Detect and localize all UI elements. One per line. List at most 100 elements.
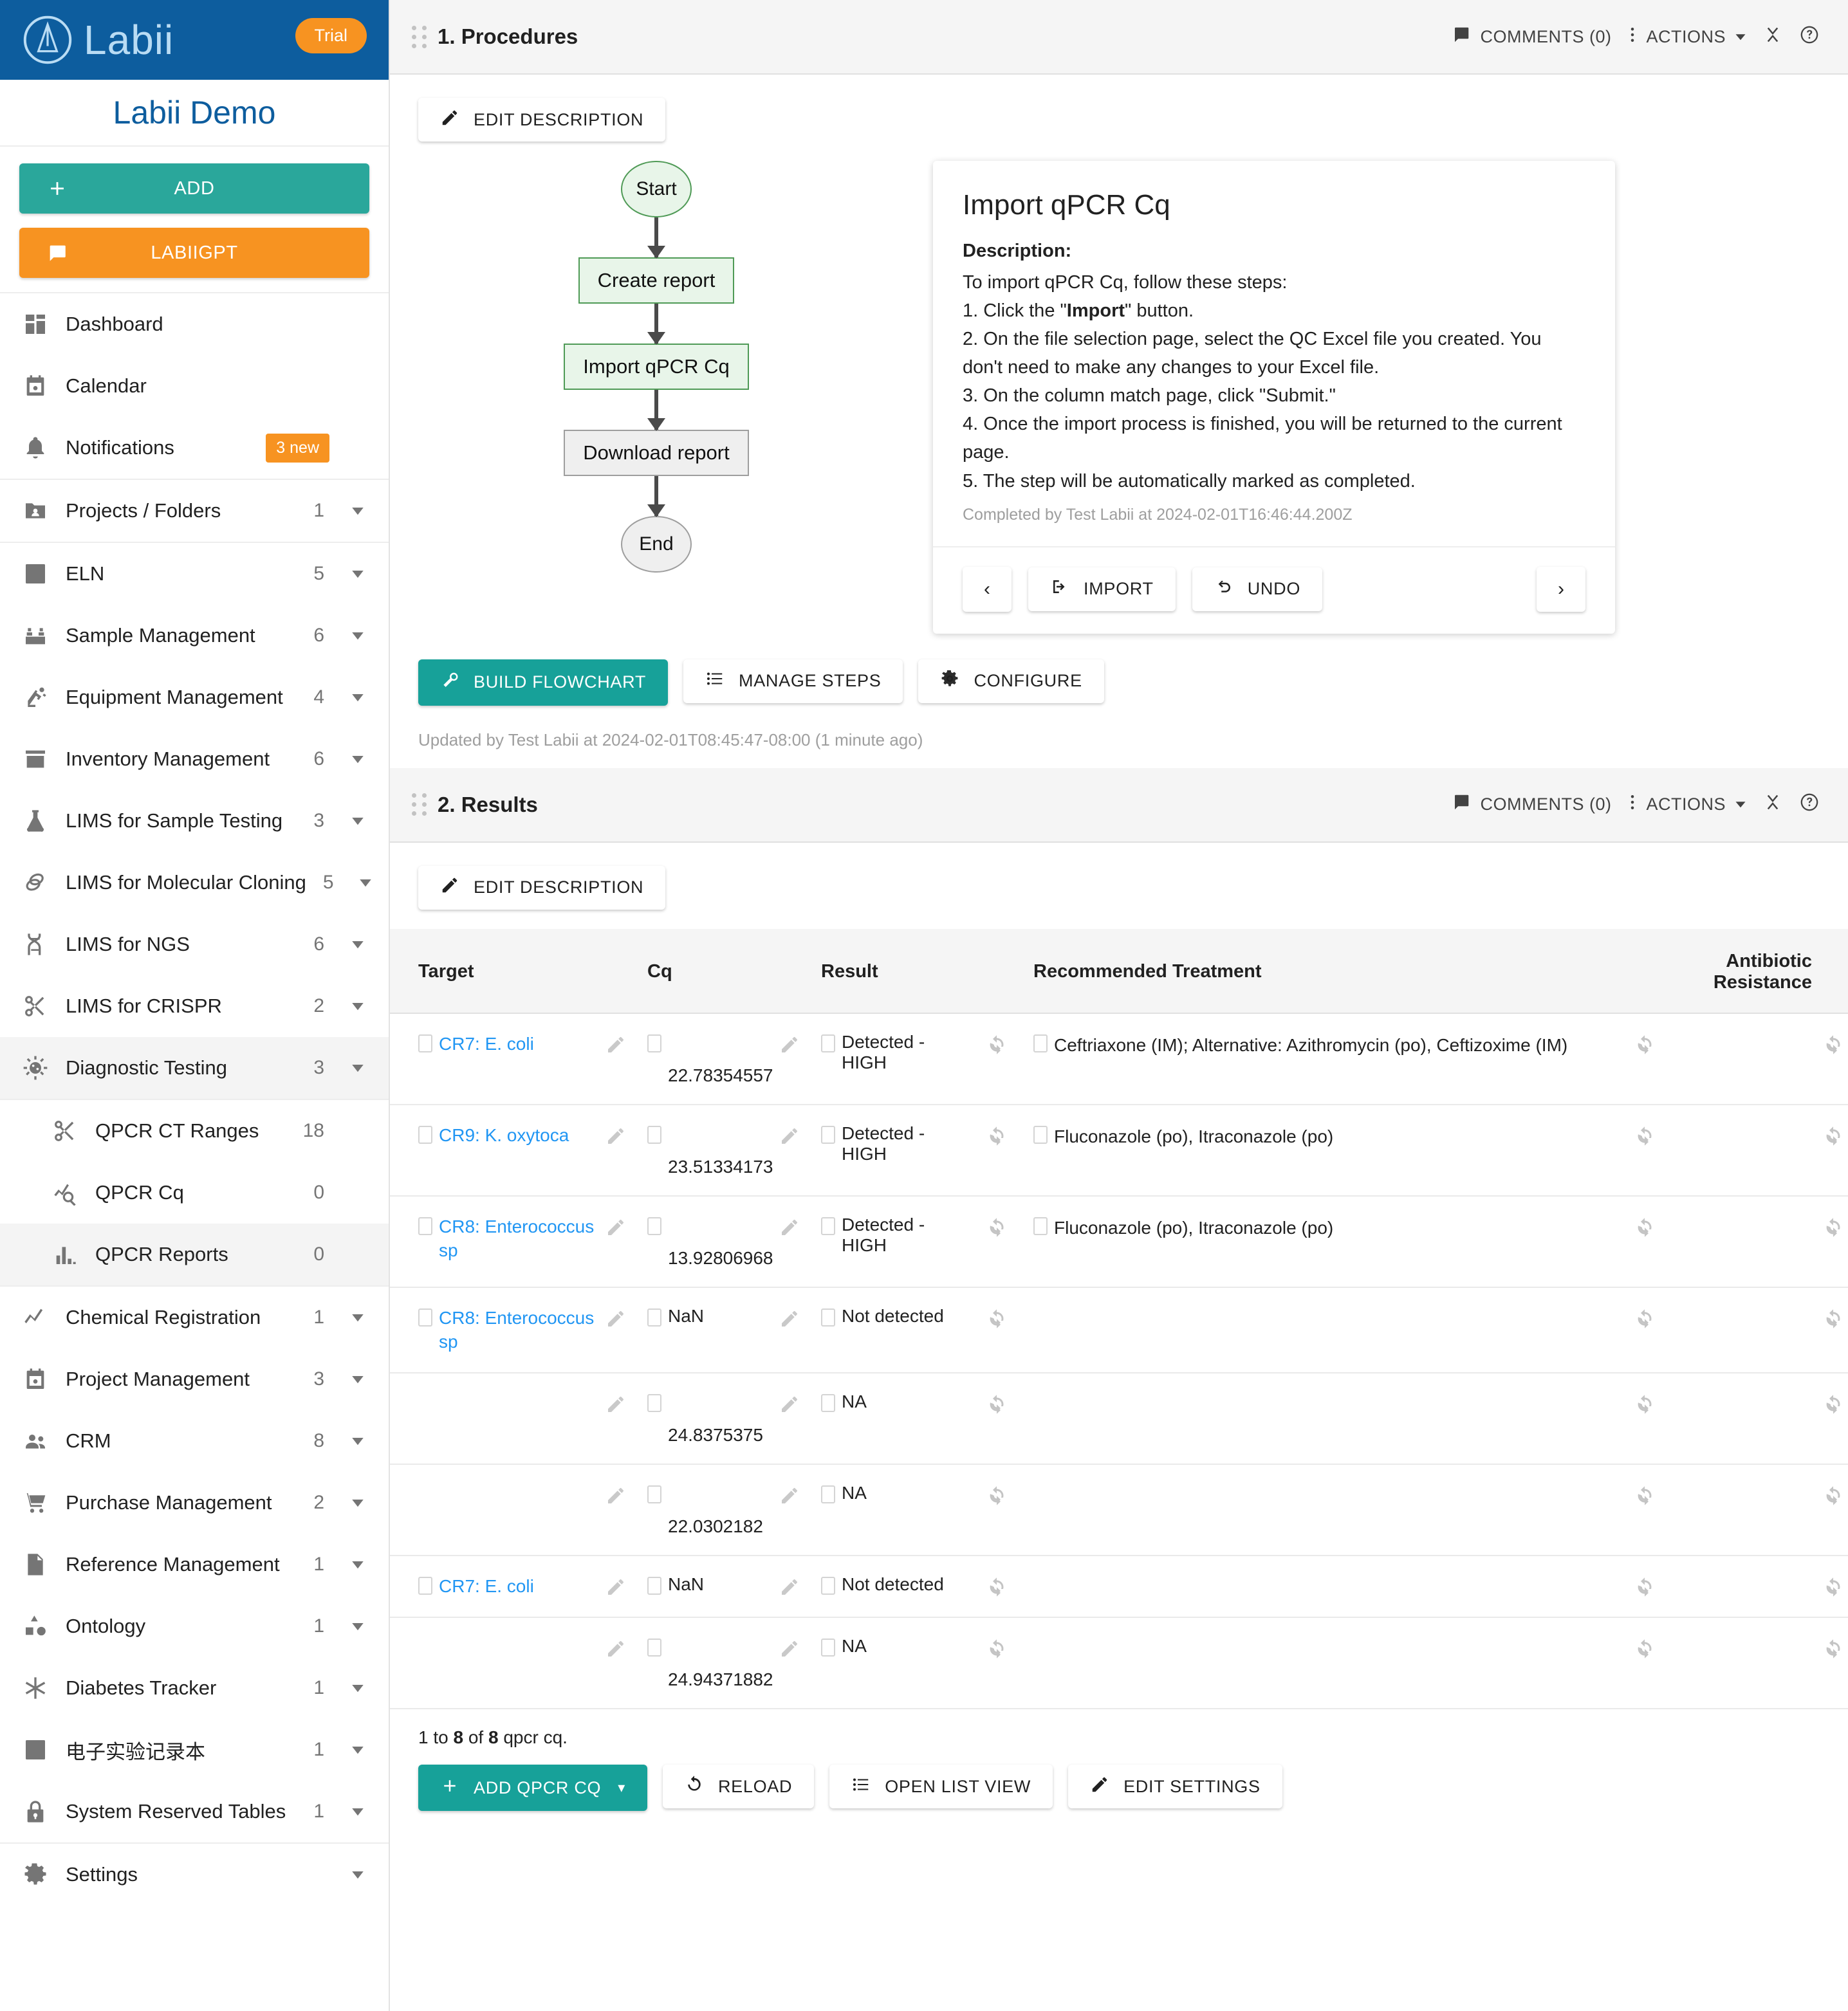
flow-node-end[interactable]: End — [621, 516, 692, 573]
sidebar-item-project-management[interactable]: Project Management 3 — [0, 1348, 389, 1410]
cq-checkbox[interactable] — [647, 1125, 661, 1144]
pencil-icon[interactable] — [602, 1636, 629, 1659]
pencil-icon[interactable] — [776, 1215, 803, 1238]
flow-node-download-report[interactable]: Download report — [564, 430, 749, 476]
manage-steps-button[interactable]: MANAGE STEPS — [683, 659, 903, 703]
row-checkbox[interactable] — [418, 1577, 432, 1595]
drag-handle-icon[interactable] — [408, 793, 430, 816]
chevron-down-icon[interactable] — [346, 996, 369, 1016]
add-button[interactable]: ADD — [19, 163, 369, 214]
cq-checkbox[interactable] — [647, 1577, 661, 1595]
chevron-down-icon[interactable] — [346, 935, 369, 954]
trial-badge[interactable]: Trial — [295, 18, 367, 53]
row-checkbox[interactable] — [418, 1217, 432, 1235]
pencil-icon[interactable] — [776, 1032, 803, 1055]
results-actions-button[interactable]: ACTIONS — [1628, 793, 1746, 816]
col-recommended-treatment[interactable]: Recommended Treatment — [1033, 928, 1630, 1014]
row-checkbox[interactable] — [418, 1034, 432, 1052]
pencil-icon[interactable] — [776, 1636, 803, 1659]
sidebar-item-sample-management[interactable]: Sample Management 6 — [0, 605, 389, 666]
previous-step-button[interactable]: ‹ — [963, 566, 1012, 612]
row-checkbox[interactable] — [418, 1125, 432, 1144]
sidebar-item-calendar[interactable]: Calendar — [0, 355, 389, 417]
refresh-icon[interactable] — [1630, 1391, 1659, 1416]
refresh-icon[interactable] — [1818, 1483, 1848, 1507]
treatment-checkbox[interactable] — [1033, 1034, 1048, 1052]
sidebar-item-电子实验记录本[interactable]: 电子实验记录本 1 — [0, 1719, 389, 1781]
sidebar-item-lims-for-ngs[interactable]: LIMS for NGS 6 — [0, 914, 389, 975]
chevron-down-icon[interactable] — [346, 749, 369, 769]
sidebar-item-settings[interactable]: Settings — [0, 1844, 389, 1905]
result-checkbox[interactable] — [821, 1485, 835, 1504]
flow-node-import-qpcr-cq[interactable]: Import qPCR Cq — [564, 344, 749, 390]
target-link[interactable]: CR8: Enterococcus sp — [439, 1306, 602, 1355]
refresh-icon[interactable] — [1818, 1032, 1848, 1056]
chevron-down-icon[interactable] — [346, 1493, 369, 1512]
refresh-icon[interactable] — [1630, 1215, 1659, 1239]
flow-node-create-report[interactable]: Create report — [578, 257, 735, 304]
add-qpcr-cq-button[interactable]: ADD QPCR CQ ▾ — [418, 1765, 647, 1812]
sidebar-item-equipment-management[interactable]: Equipment Management 4 — [0, 666, 389, 728]
sidebar-item-purchase-management[interactable]: Purchase Management 2 — [0, 1472, 389, 1534]
import-button[interactable]: IMPORT — [1028, 567, 1176, 611]
row-checkbox[interactable] — [418, 1308, 432, 1327]
cq-checkbox[interactable] — [647, 1639, 661, 1657]
chevron-down-icon[interactable] — [356, 873, 375, 892]
configure-button[interactable]: CONFIGURE — [918, 659, 1104, 703]
target-link[interactable]: CR7: E. coli — [439, 1032, 534, 1056]
pencil-icon[interactable] — [776, 1306, 803, 1329]
result-checkbox[interactable] — [821, 1217, 835, 1235]
refresh-icon[interactable] — [1818, 1636, 1848, 1660]
sidebar-item-lims-for-crispr[interactable]: LIMS for CRISPR 2 — [0, 975, 389, 1037]
pencil-icon[interactable] — [602, 1215, 629, 1238]
chevron-down-icon[interactable] — [346, 1865, 369, 1884]
sidebar-item-qpcr-ct-ranges[interactable]: QPCR CT Ranges 18 — [0, 1100, 389, 1162]
refresh-icon[interactable] — [1818, 1391, 1848, 1416]
undo-button[interactable]: UNDO — [1192, 567, 1323, 611]
sidebar-item-qpcr-reports[interactable]: QPCR Reports 0 — [0, 1224, 389, 1285]
result-checkbox[interactable] — [821, 1577, 835, 1595]
cq-checkbox[interactable] — [647, 1308, 661, 1327]
refresh-icon[interactable] — [982, 1636, 1012, 1660]
open-list-view-button[interactable]: OPEN LIST VIEW — [829, 1765, 1053, 1809]
sidebar-item-eln[interactable]: ELN 5 — [0, 543, 389, 605]
sidebar-item-ontology[interactable]: Ontology 1 — [0, 1595, 389, 1657]
refresh-icon[interactable] — [1818, 1123, 1848, 1148]
treatment-checkbox[interactable] — [1033, 1217, 1048, 1235]
chevron-down-icon[interactable] — [346, 1555, 369, 1574]
refresh-icon[interactable] — [982, 1483, 1012, 1507]
labii-logo[interactable]: Labii — [22, 14, 174, 66]
labiigpt-button[interactable]: LABIIGPT — [19, 228, 369, 278]
refresh-icon[interactable] — [982, 1391, 1012, 1416]
pencil-icon[interactable] — [602, 1391, 629, 1415]
cq-checkbox[interactable] — [647, 1394, 661, 1413]
refresh-icon[interactable] — [1818, 1574, 1848, 1599]
col-result[interactable]: Result — [821, 928, 982, 1014]
procedures-help-button[interactable] — [1799, 24, 1820, 50]
refresh-icon[interactable] — [1630, 1636, 1659, 1660]
sidebar-item-inventory-management[interactable]: Inventory Management 6 — [0, 728, 389, 790]
chevron-down-icon[interactable] — [346, 1308, 369, 1327]
procedures-actions-button[interactable]: ACTIONS — [1628, 25, 1746, 49]
sidebar-item-lims-for-sample-testing[interactable]: LIMS for Sample Testing 3 — [0, 790, 389, 852]
sidebar-item-system-reserved-tables[interactable]: System Reserved Tables 1 — [0, 1781, 389, 1842]
edit-settings-button[interactable]: EDIT SETTINGS — [1068, 1765, 1282, 1809]
sidebar-item-diagnostic-testing[interactable]: Diagnostic Testing 3 — [0, 1037, 389, 1099]
results-edit-description-button[interactable]: EDIT DESCRIPTION — [418, 865, 666, 910]
sidebar-item-dashboard[interactable]: Dashboard — [0, 293, 389, 355]
result-checkbox[interactable] — [821, 1034, 835, 1052]
procedures-comments-button[interactable]: COMMENTS (0) — [1452, 25, 1611, 49]
refresh-icon[interactable] — [1630, 1032, 1659, 1056]
refresh-icon[interactable] — [1818, 1215, 1848, 1239]
col-cq[interactable]: Cq — [647, 928, 776, 1014]
pencil-icon[interactable] — [602, 1483, 629, 1506]
refresh-icon[interactable] — [982, 1215, 1012, 1239]
refresh-icon[interactable] — [1818, 1306, 1848, 1330]
result-checkbox[interactable] — [821, 1639, 835, 1657]
flow-node-start[interactable]: Start — [621, 161, 692, 217]
sidebar-item-diabetes-tracker[interactable]: Diabetes Tracker 1 — [0, 1657, 389, 1719]
target-link[interactable]: CR9: K. oxytoca — [439, 1123, 569, 1148]
refresh-icon[interactable] — [1630, 1483, 1659, 1507]
sidebar-item-qpcr-cq[interactable]: QPCR Cq 0 — [0, 1162, 389, 1224]
pencil-icon[interactable] — [602, 1123, 629, 1146]
